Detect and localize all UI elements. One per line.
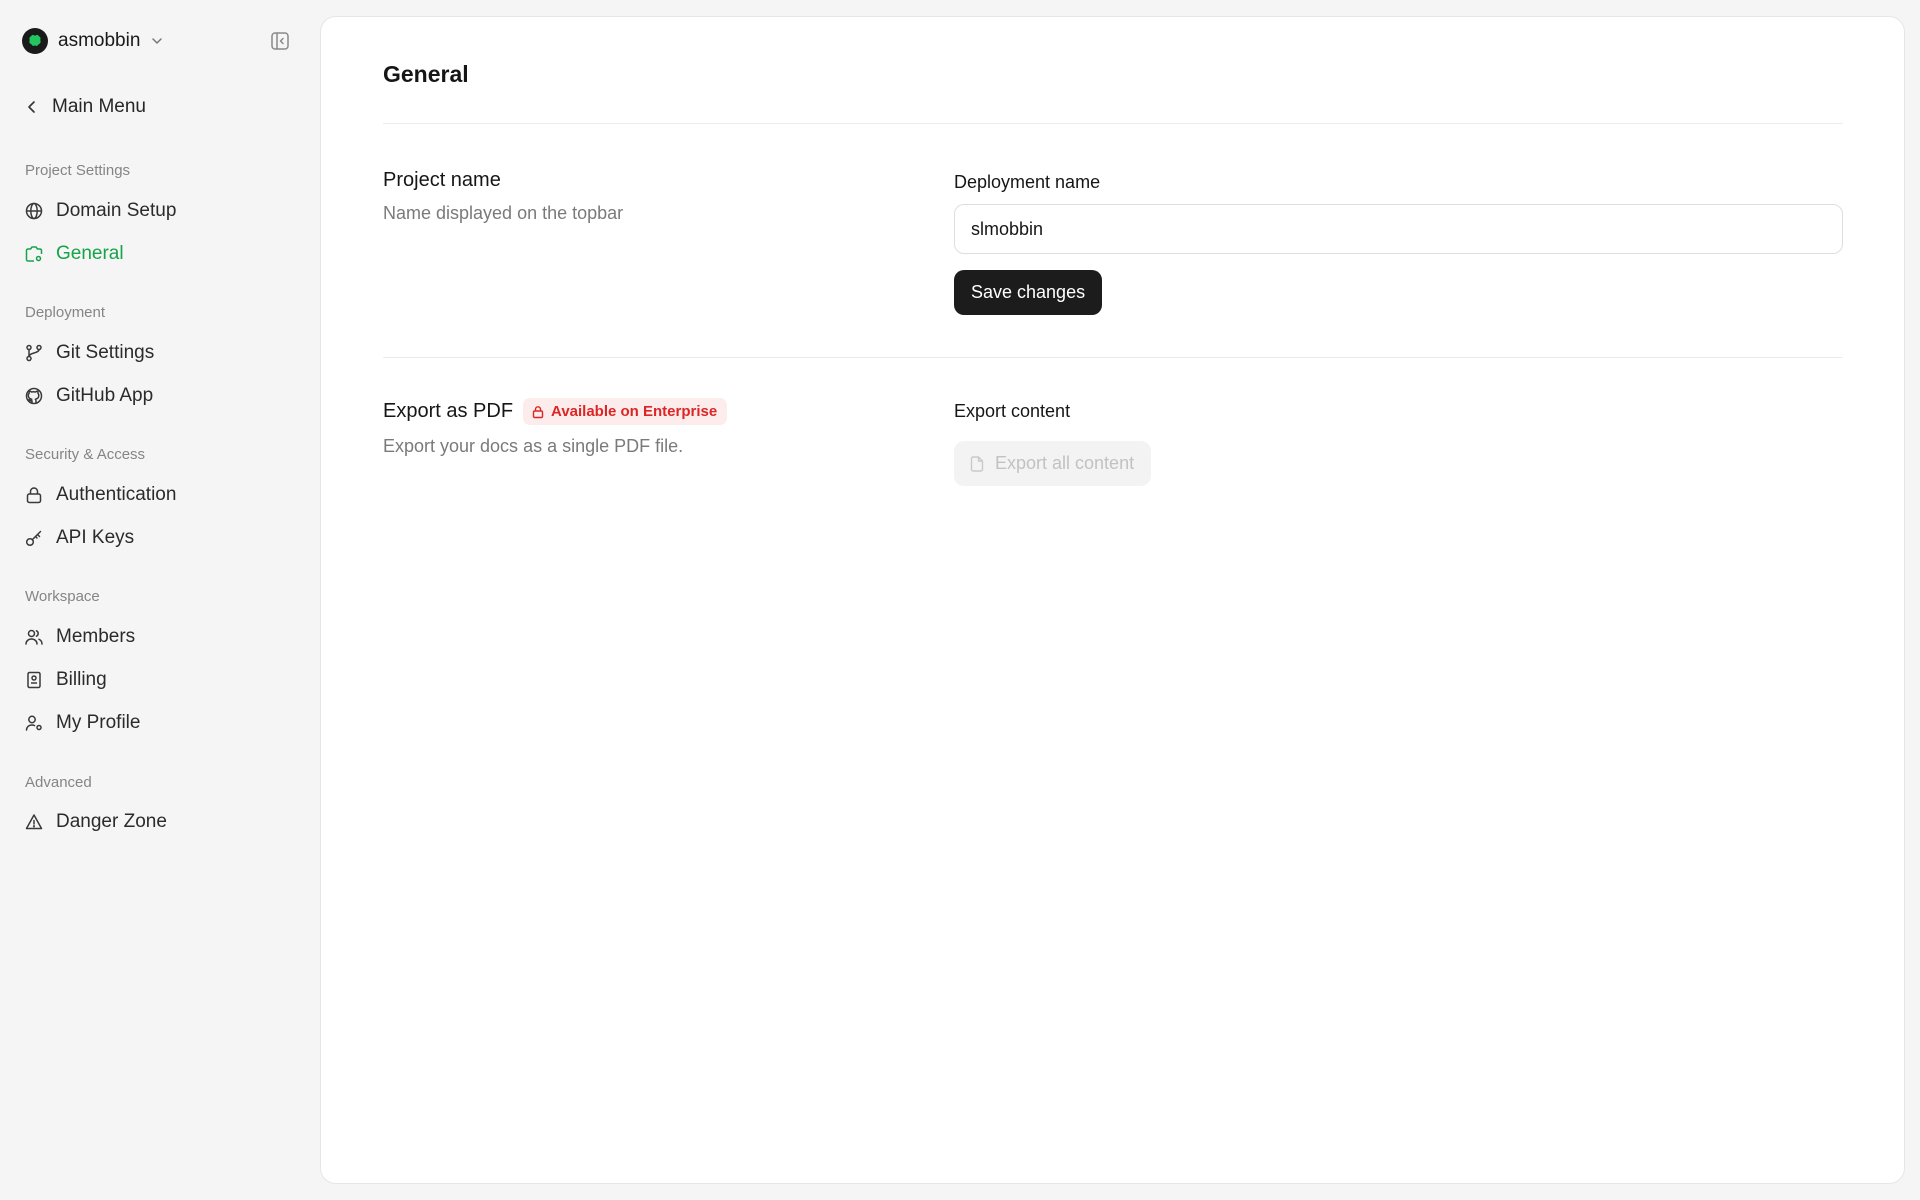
github-icon (25, 387, 43, 405)
export-pdf-title-row: Export as PDF Available on Enterprise (383, 398, 728, 425)
workspace-name: asmobbin (58, 30, 141, 51)
receipt-icon (27, 671, 41, 689)
git-branch-icon (26, 344, 42, 362)
divider (383, 123, 1843, 124)
sidebar-item-label: Authentication (56, 484, 177, 505)
save-changes-button[interactable]: Save changes (954, 270, 1103, 315)
sidebar-item-label: Billing (56, 669, 107, 690)
section-label-project-settings: Project Settings (25, 162, 131, 179)
workspace-logo-icon (22, 28, 48, 54)
file-export-icon (970, 455, 984, 472)
deployment-name-input[interactable] (954, 204, 1843, 254)
sidebar-item-label: GitHub App (56, 385, 154, 406)
divider (383, 357, 1843, 358)
section-label-deployment: Deployment (25, 304, 106, 321)
collapse-sidebar-button[interactable] (268, 29, 292, 53)
key-icon (25, 530, 42, 547)
sidebar-collapse-icon (271, 32, 289, 50)
project-name-description: Name displayed on the topbar (383, 203, 624, 223)
sidebar-item-label: General (56, 243, 124, 264)
settings-gear-icon (25, 246, 43, 262)
export-all-content-label: Export all content (995, 453, 1135, 473)
main-menu-link[interactable]: Main Menu (24, 92, 146, 122)
project-name-title: Project name (383, 169, 501, 191)
sidebar-item-general[interactable]: General (24, 237, 294, 271)
main-menu-label: Main Menu (52, 96, 146, 117)
sidebar-item-billing[interactable]: Billing (24, 663, 294, 697)
sidebar-item-git-settings[interactable]: Git Settings (24, 336, 294, 370)
sidebar: asmobbin Main Menu Project Settings Doma… (0, 0, 320, 1200)
sidebar-item-github-app[interactable]: GitHub App (24, 379, 294, 413)
sidebar-item-label: My Profile (56, 712, 141, 733)
users-icon (25, 629, 43, 645)
warning-triangle-icon (25, 814, 43, 830)
sidebar-item-domain-setup[interactable]: Domain Setup (24, 194, 294, 228)
lock-icon (26, 487, 42, 504)
user-cog-icon (25, 715, 42, 731)
sidebar-item-authentication[interactable]: Authentication (24, 478, 294, 512)
globe-icon (25, 202, 43, 220)
export-all-content-button[interactable]: Export all content (954, 441, 1152, 486)
page-title: General (383, 61, 469, 87)
chevron-down-icon (152, 38, 163, 44)
workspace-switcher[interactable]: asmobbin (22, 26, 164, 56)
sidebar-item-label: Domain Setup (56, 200, 177, 221)
settings-panel: General Project name Name displayed on t… (320, 16, 1905, 1184)
sidebar-item-label: Danger Zone (56, 811, 167, 832)
export-content-label: Export content (954, 401, 1071, 421)
export-pdf-title: Export as PDF (383, 400, 514, 422)
sidebar-item-members[interactable]: Members (24, 620, 294, 654)
sidebar-item-label: API Keys (56, 527, 135, 548)
enterprise-badge: Available on Enterprise (523, 398, 728, 425)
section-label-advanced: Advanced (25, 774, 92, 791)
sidebar-item-api-keys[interactable]: API Keys (24, 521, 294, 555)
export-pdf-description: Export your docs as a single PDF file. (383, 436, 684, 456)
chevron-left-icon (28, 101, 35, 113)
sidebar-item-label: Members (56, 626, 136, 647)
deployment-name-label: Deployment name (954, 172, 1101, 192)
section-label-security-access: Security & Access (25, 446, 146, 463)
enterprise-badge-label: Available on Enterprise (551, 403, 718, 420)
app-window: asmobbin Main Menu Project Settings Doma… (0, 0, 1920, 1200)
lock-icon (532, 405, 544, 418)
sidebar-item-my-profile[interactable]: My Profile (24, 706, 294, 740)
section-label-workspace: Workspace (25, 588, 100, 605)
sidebar-item-label: Git Settings (56, 342, 155, 363)
sidebar-item-danger-zone[interactable]: Danger Zone (24, 805, 294, 839)
